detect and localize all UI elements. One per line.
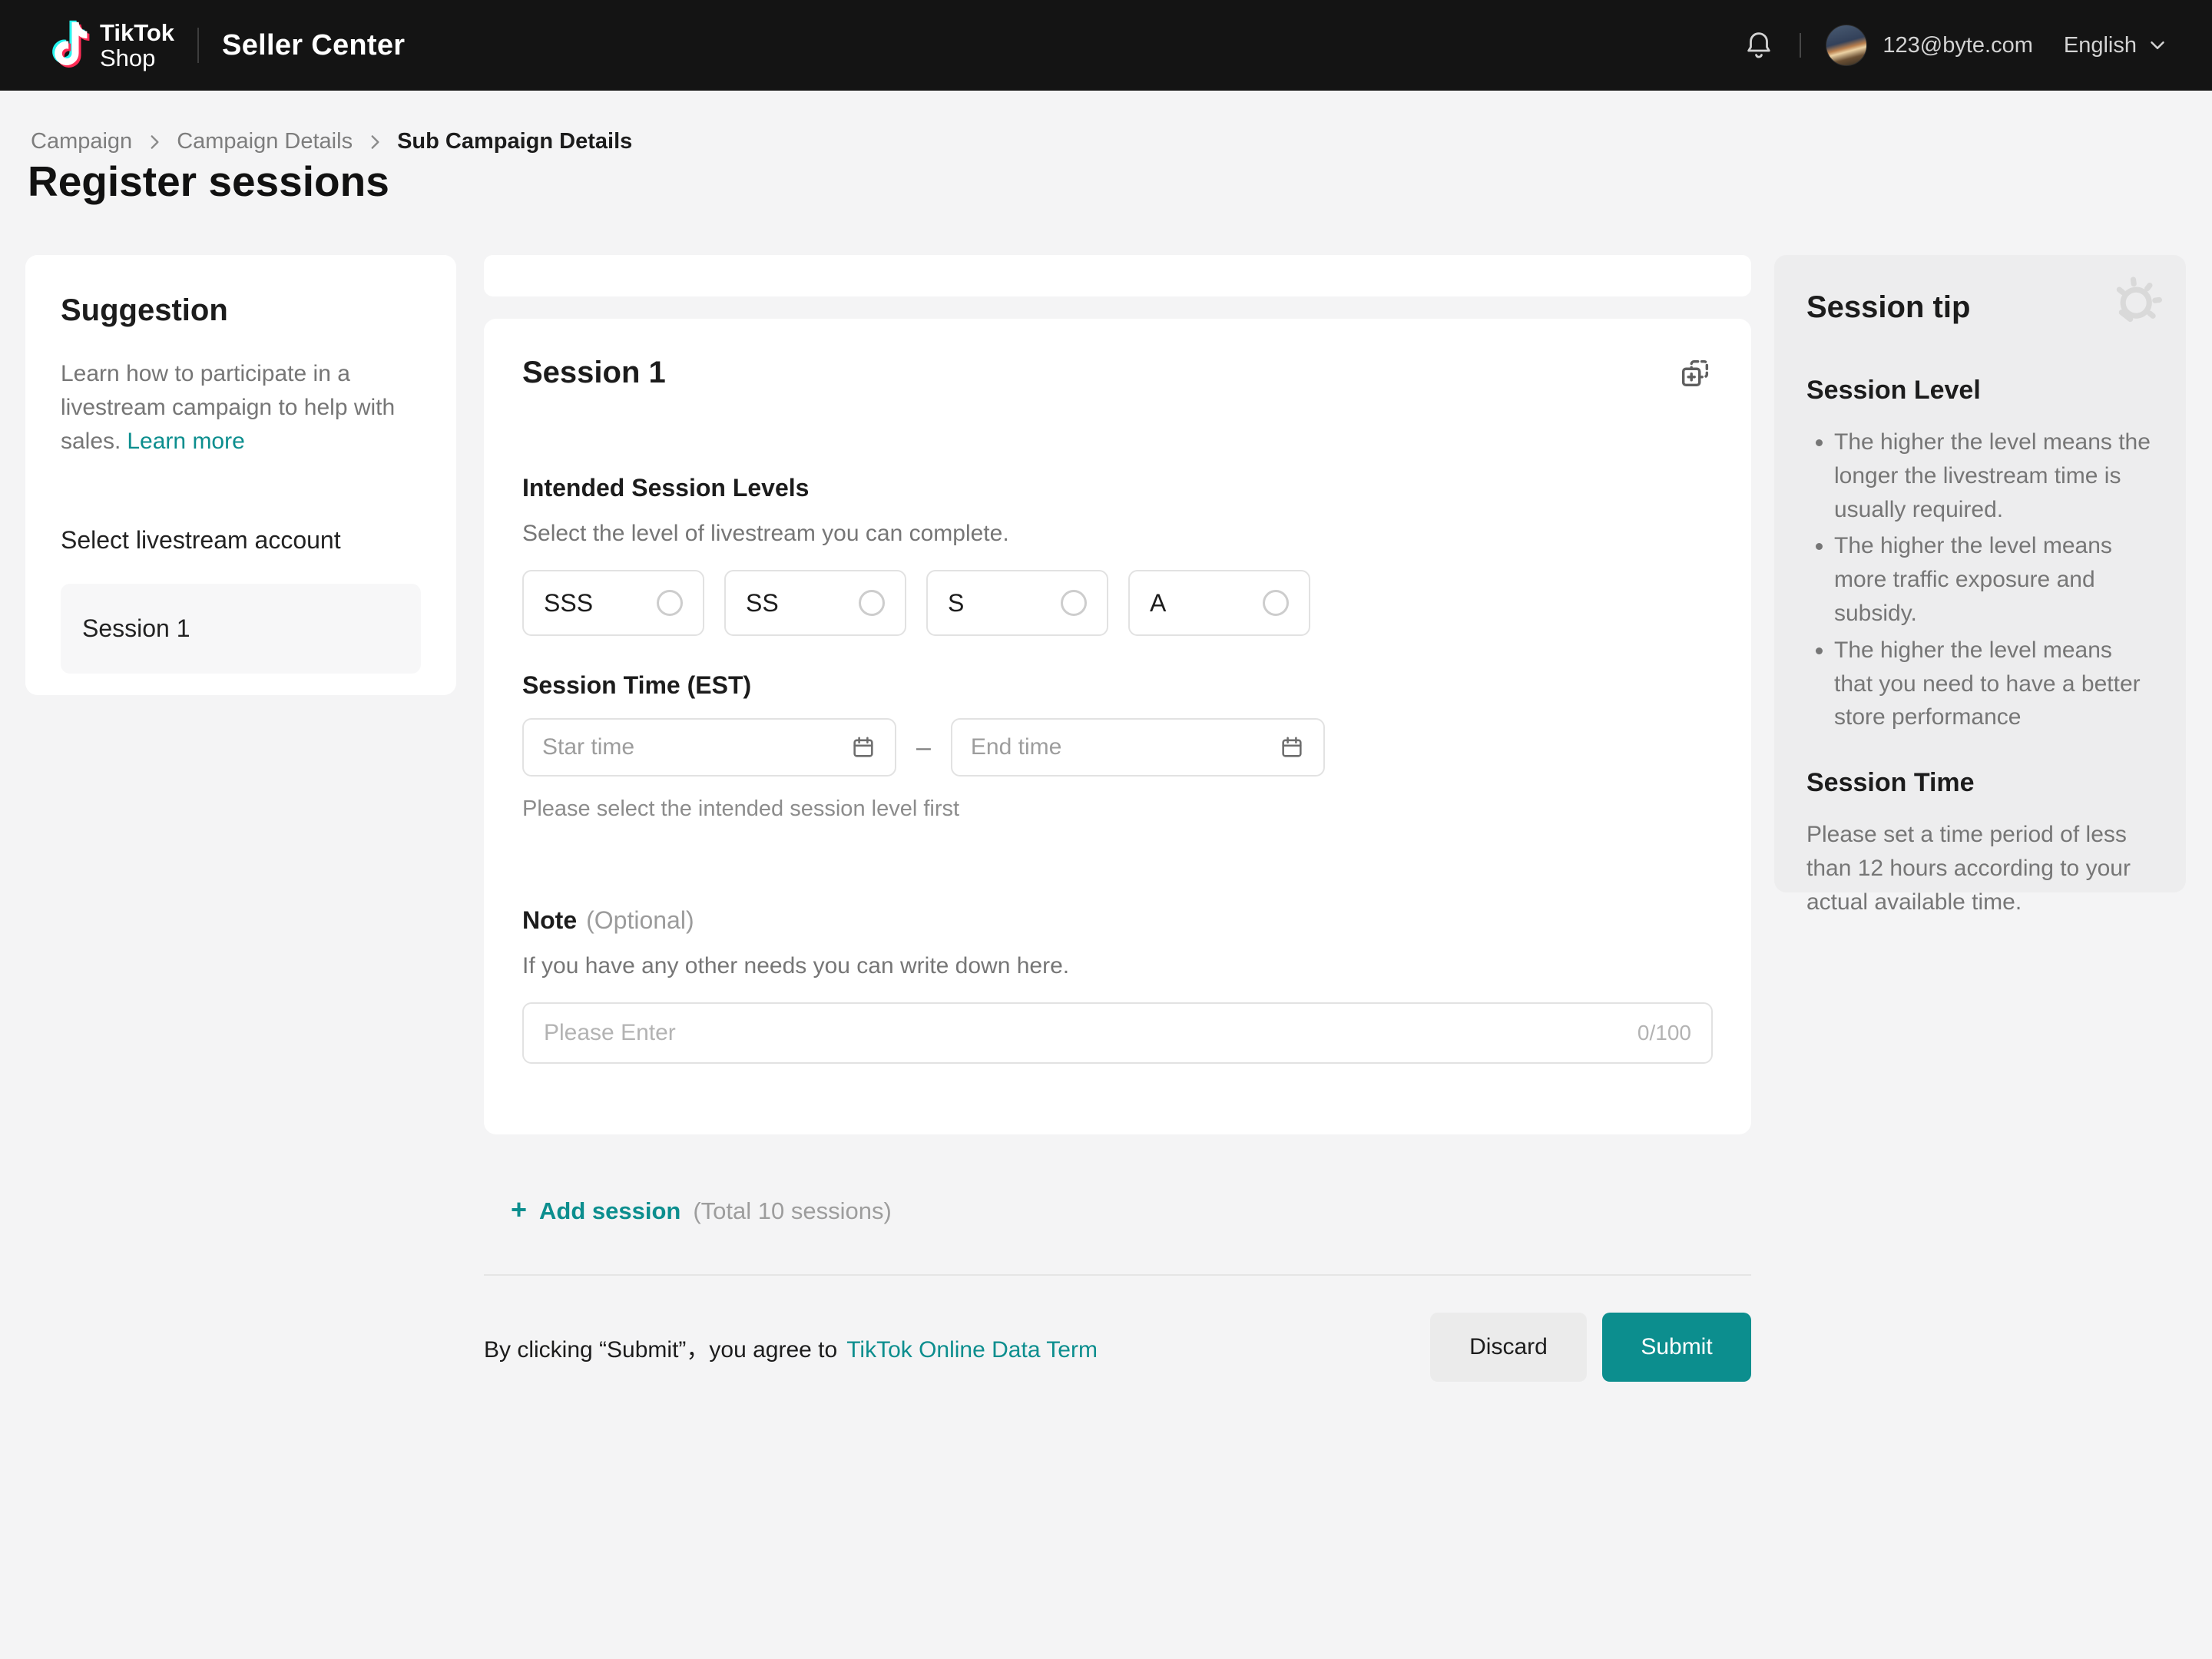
time-heading: Session Time (EST) [522,671,1713,700]
tip-time-body: Please set a time period of less than 12… [1806,818,2154,919]
breadcrumb-campaign-details[interactable]: Campaign Details [177,129,353,154]
level-option-s[interactable]: S [926,570,1108,636]
discard-button[interactable]: Discard [1430,1313,1587,1382]
collapsed-top-bar [484,255,1751,296]
radio-unchecked[interactable] [1061,590,1087,616]
form-footer: By clicking “Submit”，you agree to TikTok … [484,1313,1751,1382]
data-term-link[interactable]: TikTok Online Data Term [846,1337,1098,1363]
tip-time-heading: Session Time [1806,768,2154,798]
avatar[interactable] [1826,25,1867,66]
calendar-icon[interactable] [850,734,876,760]
language-label: English [2064,33,2137,58]
learn-more-link[interactable]: Learn more [127,429,244,454]
level-label: S [948,589,964,618]
suggestion-panel: Suggestion Learn how to participate in a… [25,255,456,695]
end-time-field[interactable] [951,718,1325,777]
breadcrumb-sub-campaign-details: Sub Campaign Details [397,129,632,154]
plus-icon: + [511,1196,527,1224]
agreement-prefix: By clicking “Submit”，you agree to [484,1337,837,1363]
levels-heading: Intended Session Levels [522,474,1713,502]
calendar-icon[interactable] [1279,734,1305,760]
session-card-title: Session 1 [522,356,666,390]
app-header: TikTok Shop Seller Center 123@byte.com E… [0,0,2212,91]
time-hint: Please select the intended session level… [522,796,1713,822]
breadcrumb-campaign[interactable]: Campaign [31,129,132,154]
level-option-sss[interactable]: SSS [522,570,704,636]
note-field[interactable]: 0/100 [522,1002,1713,1064]
time-range-row: – [522,718,1713,777]
lightbulb-icon [2101,272,2167,342]
session-form-card: Session 1 Intended Session Levels Select… [484,319,1751,1134]
tip-bullet: The higher the level means that you need… [1834,634,2154,734]
submit-button[interactable]: Submit [1602,1313,1751,1382]
logo-wordmark: TikTok Shop [100,20,174,71]
header-right: 123@byte.com English [1743,25,2169,66]
tip-level-list: The higher the level means the longer th… [1806,426,2154,734]
account-email: 123@byte.com [1883,33,2032,58]
session-tip-panel: Session tip Session Level The higher the… [1774,255,2186,892]
level-label: SS [746,589,779,618]
start-time-field[interactable] [522,718,896,777]
tip-level-heading: Session Level [1806,376,2154,406]
page-title: Register sessions [28,157,389,206]
select-livestream-account-label: Select livestream account [61,526,421,555]
tiktok-note-icon [43,18,88,73]
time-range-separator: – [916,733,931,763]
header-vertical-divider [1800,33,1801,58]
app-title: Seller Center [222,29,405,62]
levels-subheading: Select the level of livestream you can c… [522,521,1713,547]
main-column: Session 1 Intended Session Levels Select… [484,255,1751,1382]
level-options: SSS SS S A [522,570,1713,636]
note-heading: Note [522,906,577,935]
suggestion-body: Learn how to participate in a livestream… [61,357,421,459]
tip-bullet: The higher the level means more traffic … [1834,529,2154,630]
tiktok-shop-logo[interactable]: TikTok Shop [43,18,174,73]
note-char-counter: 0/100 [1637,1021,1691,1045]
note-optional-label: (Optional) [586,906,694,935]
suggestion-title: Suggestion [61,293,421,328]
tip-bullet: The higher the level means the longer th… [1834,426,2154,526]
notification-bell-icon[interactable] [1743,29,1775,61]
level-label: A [1150,589,1166,618]
add-session-label: Add session [539,1197,680,1225]
add-session-total: (Total 10 sessions) [693,1197,891,1225]
note-text-input[interactable] [544,1020,1622,1046]
level-label: SSS [544,589,593,618]
add-session-button[interactable]: + Add session (Total 10 sessions) [511,1196,1751,1225]
agreement-text: By clicking “Submit”，you agree to TikTok … [484,1330,1098,1364]
header-divider [197,28,199,63]
sidebar-item-session-1[interactable]: Session 1 [61,584,421,674]
level-option-a[interactable]: A [1128,570,1310,636]
radio-unchecked[interactable] [657,590,683,616]
footer-divider [484,1274,1751,1276]
breadcrumb: Campaign Campaign Details Sub Campaign D… [31,129,632,154]
note-subheading: If you have any other needs you can writ… [522,953,1713,979]
duplicate-session-icon[interactable] [1677,356,1713,391]
chevron-right-icon [144,132,164,152]
chevron-right-icon [365,132,385,152]
radio-unchecked[interactable] [1263,590,1289,616]
radio-unchecked[interactable] [859,590,885,616]
language-selector[interactable]: English [2064,33,2169,58]
level-option-ss[interactable]: SS [724,570,906,636]
start-time-input[interactable] [542,734,850,760]
end-time-input[interactable] [971,734,1279,760]
chevron-down-icon [2146,34,2169,57]
